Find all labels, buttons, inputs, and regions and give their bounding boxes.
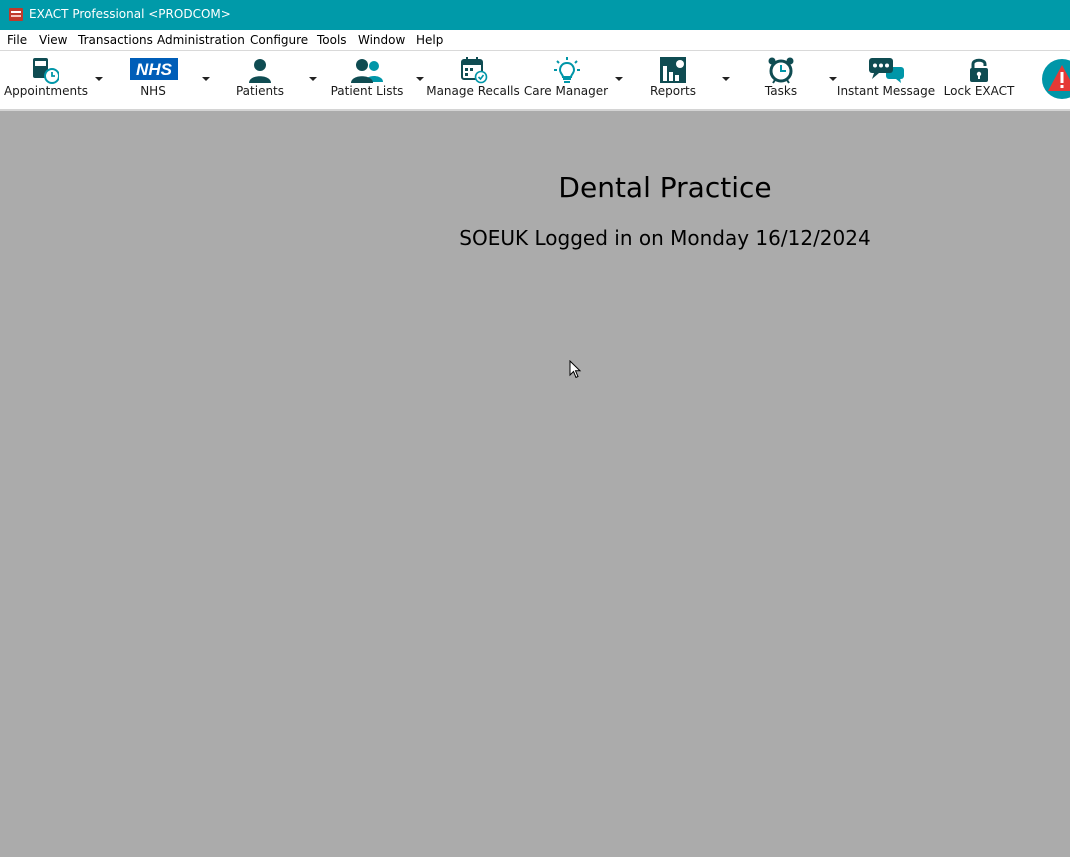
lightbulb-icon[interactable] xyxy=(553,56,581,84)
menu-configure[interactable]: Configure xyxy=(250,32,308,48)
appointments-dropdown-arrow-icon[interactable] xyxy=(95,77,103,81)
tasks-dropdown-arrow-icon[interactable] xyxy=(829,77,837,81)
menu-file[interactable]: File xyxy=(7,32,27,48)
patients-dropdown-arrow-icon[interactable] xyxy=(309,77,317,81)
calendar-check-icon[interactable] xyxy=(460,56,488,84)
patient-person-icon[interactable] xyxy=(246,56,274,84)
alarm-clock-icon[interactable] xyxy=(767,56,795,84)
reports-button[interactable]: Reports xyxy=(650,84,696,99)
padlock-icon[interactable] xyxy=(965,56,993,84)
title-bar: EXACT Professional <PRODCOM> xyxy=(0,0,1070,30)
menu-tools[interactable]: Tools xyxy=(317,32,347,48)
lock-exact-button[interactable]: Lock EXACT xyxy=(944,84,1015,99)
menu-bar: File View Transactions Administration Co… xyxy=(0,30,1070,51)
mouse-cursor-icon xyxy=(569,360,582,379)
reports-dropdown-arrow-icon[interactable] xyxy=(722,77,730,81)
patient-lists-button[interactable]: Patient Lists xyxy=(331,84,404,99)
care-manager-button[interactable]: Care Manager xyxy=(524,84,608,99)
nhs-logo-icon[interactable]: NHS xyxy=(130,58,178,80)
chat-bubbles-icon[interactable] xyxy=(868,56,906,84)
tasks-button[interactable]: Tasks xyxy=(765,84,797,99)
menu-window[interactable]: Window xyxy=(358,32,405,48)
menu-view[interactable]: View xyxy=(39,32,67,48)
care-manager-dropdown-arrow-icon[interactable] xyxy=(615,77,623,81)
menu-help[interactable]: Help xyxy=(416,32,443,48)
menu-transactions[interactable]: Transactions xyxy=(78,32,153,48)
window-title: EXACT Professional <PRODCOM> xyxy=(29,7,231,21)
menu-administration[interactable]: Administration xyxy=(157,32,245,48)
app-logo-icon xyxy=(9,8,23,21)
instant-message-button[interactable]: Instant Message xyxy=(837,84,935,99)
appointments-button[interactable]: Appointments xyxy=(4,84,88,99)
main-toolbar: Appointments NHS NHS Patients Patient Li… xyxy=(0,51,1070,111)
patient-group-icon[interactable] xyxy=(350,56,384,84)
nhs-dropdown-arrow-icon[interactable] xyxy=(202,77,210,81)
practice-title: Dental Practice xyxy=(558,171,772,204)
patient-lists-dropdown-arrow-icon[interactable] xyxy=(416,77,424,81)
nhs-button[interactable]: NHS xyxy=(140,84,166,99)
manage-recalls-button[interactable]: Manage Recalls xyxy=(426,84,520,99)
reports-bar-chart-icon[interactable] xyxy=(659,56,687,84)
svg-text:NHS: NHS xyxy=(136,60,173,79)
alert-warning-icon[interactable] xyxy=(1042,59,1070,99)
appointments-book-clock-icon[interactable] xyxy=(31,56,59,84)
login-status-text: SOEUK Logged in on Monday 16/12/2024 xyxy=(459,226,871,250)
patients-button[interactable]: Patients xyxy=(236,84,284,99)
